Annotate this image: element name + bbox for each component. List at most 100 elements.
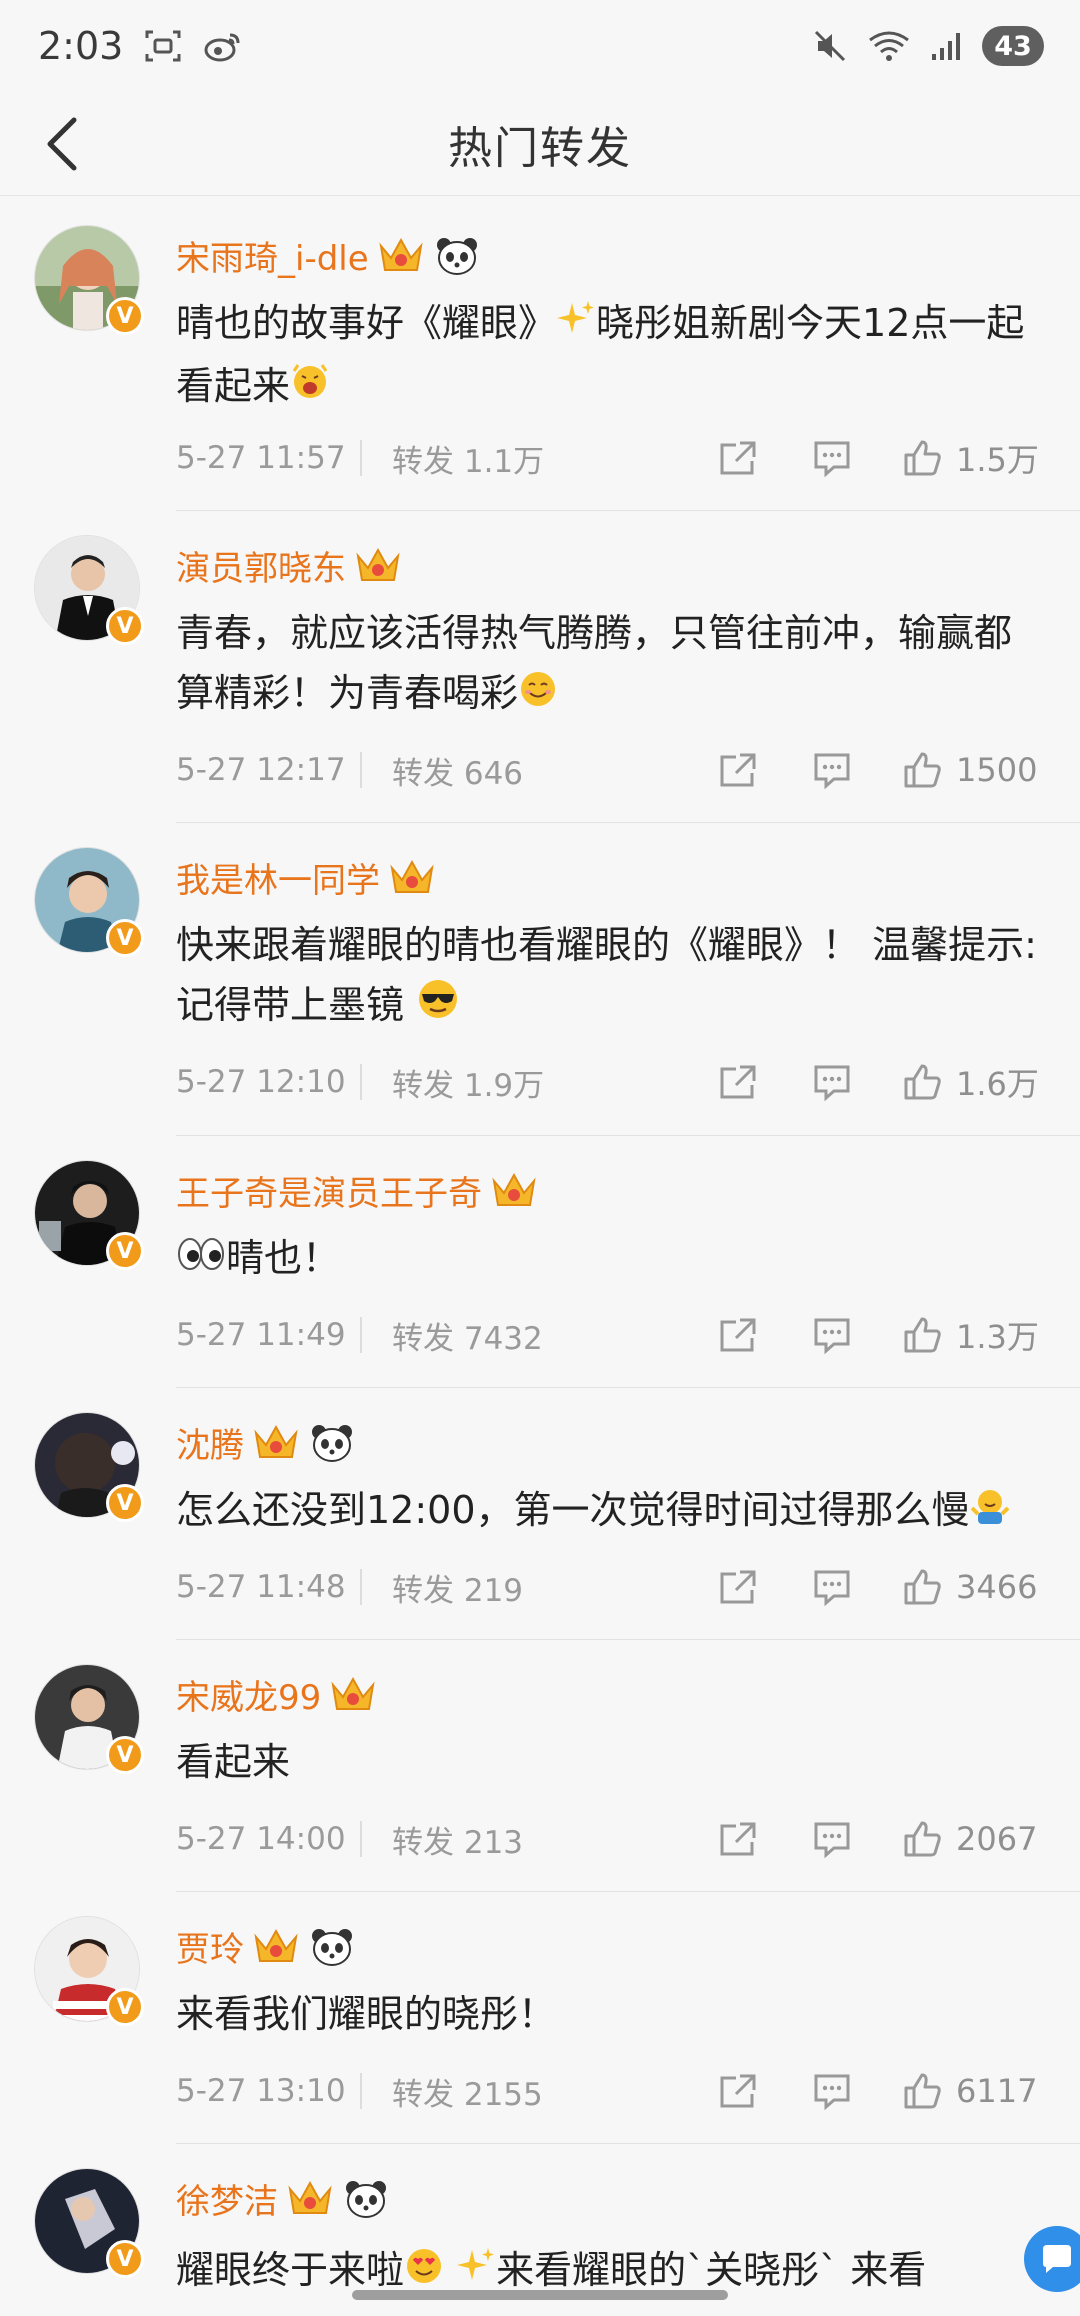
post-content[interactable]: 快来跟着耀眼的晴也看耀眼的《耀眼》！ 温馨提示:记得带上墨镜 (176, 915, 1046, 1038)
comment-button[interactable] (812, 2072, 852, 2110)
meta-separator (360, 1064, 362, 1100)
post-text-tail: `关晓彤` 来看 (686, 2248, 927, 2292)
post-text: 晴也！ (226, 1236, 341, 1280)
crown-badge-icon (329, 1671, 377, 1719)
username[interactable]: 徐梦洁 (176, 2174, 278, 2223)
post-meta: 5-27 11:49 转发 7432 1.3万 (176, 1310, 1046, 1360)
username[interactable]: 贾玲 (176, 1922, 244, 1971)
list-item[interactable]: V 贾玲 来看我们耀眼的晓彤！ 5-27 13:10 转发 2155 6117 (0, 1892, 1080, 2144)
avatar[interactable]: V (34, 1160, 144, 1270)
list-item[interactable]: V 宋雨琦_i-dle 晴也的故事好《耀眼》 晓彤姐新剧今天12点一起看起来 5-… (0, 197, 1080, 511)
avatar[interactable]: V (34, 1412, 144, 1522)
avatar[interactable]: V (34, 1664, 144, 1774)
post-date: 5-27 11:57 (176, 440, 346, 476)
meta-separator (360, 752, 362, 788)
home-indicator[interactable] (352, 2290, 728, 2300)
list-item[interactable]: V 徐梦洁 耀眼终于来啦 来看耀眼的`关晓彤` 来看 (0, 2144, 1080, 2304)
username[interactable]: 沈腾 (176, 1418, 244, 1467)
share-icon (720, 1570, 756, 1604)
panda-badge-icon (308, 1923, 356, 1971)
share-button[interactable] (718, 1568, 758, 1606)
share-button[interactable] (718, 439, 758, 477)
crown-badge-icon (388, 854, 436, 902)
post-meta: 5-27 12:17 转发 646 1500 (176, 745, 1046, 795)
comment-icon (814, 1065, 850, 1101)
like-button[interactable]: 1.3万 (902, 1312, 1046, 1358)
weibo-icon (203, 29, 243, 63)
like-button[interactable]: 6117 (902, 2072, 1046, 2110)
share-button[interactable] (718, 751, 758, 789)
username[interactable]: 宋雨琦_i-dle (176, 231, 369, 280)
name-row: 宋雨琦_i-dle (176, 231, 481, 280)
hot-reposts-list[interactable]: V 宋雨琦_i-dle 晴也的故事好《耀眼》 晓彤姐新剧今天12点一起看起来 5-… (0, 197, 1080, 2304)
back-button[interactable] (28, 110, 96, 178)
comment-icon (814, 1318, 850, 1354)
list-item[interactable]: V 沈腾 怎么还没到12:00，第一次觉得时间过得那么慢 5-27 11:48 … (0, 1388, 1080, 1640)
like-button[interactable]: 1500 (902, 751, 1046, 789)
comment-button[interactable] (812, 439, 852, 477)
wifi-icon (866, 28, 912, 64)
share-button[interactable] (718, 1063, 758, 1101)
avatar[interactable]: V (34, 847, 144, 957)
share-icon (720, 753, 756, 787)
post-text: 青春，就应该活得热气腾腾，只管往前冲，输赢都算精彩！为青春喝彩 (176, 611, 1013, 715)
share-icon (720, 441, 756, 475)
thumbs-up-icon (904, 1317, 941, 1353)
username[interactable]: 我是林一同学 (176, 853, 380, 902)
post-date: 5-27 11:49 (176, 1317, 346, 1353)
meta-separator (360, 440, 362, 476)
comment-button[interactable] (812, 1568, 852, 1606)
share-button[interactable] (718, 2072, 758, 2110)
post-date: 5-27 13:10 (176, 2073, 346, 2109)
username[interactable]: 宋威龙99 (176, 1670, 321, 1719)
like-button[interactable]: 2067 (902, 1820, 1046, 1858)
avatar[interactable]: V (34, 535, 144, 645)
list-item[interactable]: V 我是林一同学 快来跟着耀眼的晴也看耀眼的《耀眼》！ 温馨提示:记得带上墨镜 … (0, 823, 1080, 1136)
shrug-emoji-icon (970, 1483, 1010, 1543)
avatar[interactable]: V (34, 225, 144, 335)
crown-badge-icon (490, 1167, 538, 1215)
like-count: 1.5万 (956, 441, 1039, 479)
post-date: 5-27 12:17 (176, 752, 346, 788)
excited-face-emoji-icon (290, 358, 330, 418)
post-content[interactable]: 青春，就应该活得热气腾腾，只管往前冲，输赢都算精彩！为青春喝彩 (176, 603, 1046, 726)
comment-button[interactable] (812, 1316, 852, 1354)
comment-button[interactable] (812, 1063, 852, 1101)
like-button[interactable]: 1.5万 (902, 435, 1046, 481)
comment-button[interactable] (812, 1820, 852, 1858)
verified-badge-icon: V (106, 919, 144, 957)
list-item[interactable]: V 宋威龙99 看起来 5-27 14:00 转发 213 2067 (0, 1640, 1080, 1892)
verified-badge-icon: V (106, 297, 144, 335)
post-text-continued: 来看耀眼的 (496, 2248, 687, 2292)
status-right: 43 (812, 26, 1044, 66)
eyes-emoji-icon (176, 1231, 226, 1291)
list-item[interactable]: V 王子奇是演员王子奇 晴也！ 5-27 11:49 转发 7432 1.3万 (0, 1136, 1080, 1388)
top-nav-bar: 热门转发 (0, 92, 1080, 196)
username[interactable]: 演员郭晓东 (176, 541, 346, 590)
panda-badge-icon (342, 2175, 390, 2223)
share-button[interactable] (718, 1820, 758, 1858)
verified-badge-icon: V (106, 1988, 144, 2026)
list-item[interactable]: V 演员郭晓东 青春，就应该活得热气腾腾，只管往前冲，输赢都算精彩！为青春喝彩 … (0, 511, 1080, 823)
avatar[interactable]: V (34, 2168, 144, 2278)
like-count: 1.3万 (956, 1318, 1039, 1356)
share-icon (720, 1065, 756, 1099)
back-arrow-icon (47, 117, 77, 171)
username[interactable]: 王子奇是演员王子奇 (176, 1166, 482, 1215)
thumbs-up-icon (904, 752, 941, 788)
crown-badge-icon (354, 542, 402, 590)
avatar[interactable]: V (34, 1916, 144, 2026)
post-content[interactable]: 来看我们耀眼的晓彤！ (176, 1984, 1046, 2044)
post-content[interactable]: 怎么还没到12:00，第一次觉得时间过得那么慢 (176, 1480, 1046, 1543)
post-meta: 5-27 11:48 转发 219 3466 (176, 1562, 1046, 1612)
post-content[interactable]: 看起来 (176, 1732, 1046, 1792)
post-content[interactable]: 晴也！ (176, 1228, 1046, 1291)
like-button[interactable]: 1.6万 (902, 1059, 1046, 1105)
share-button[interactable] (718, 1316, 758, 1354)
meta-separator (360, 1317, 362, 1353)
like-button[interactable]: 3466 (902, 1568, 1046, 1606)
post-content[interactable]: 晴也的故事好《耀眼》 晓彤姐新剧今天12点一起看起来 (176, 293, 1046, 418)
verified-badge-icon: V (106, 1232, 144, 1270)
thumbs-up-icon (904, 1821, 941, 1857)
comment-button[interactable] (812, 751, 852, 789)
